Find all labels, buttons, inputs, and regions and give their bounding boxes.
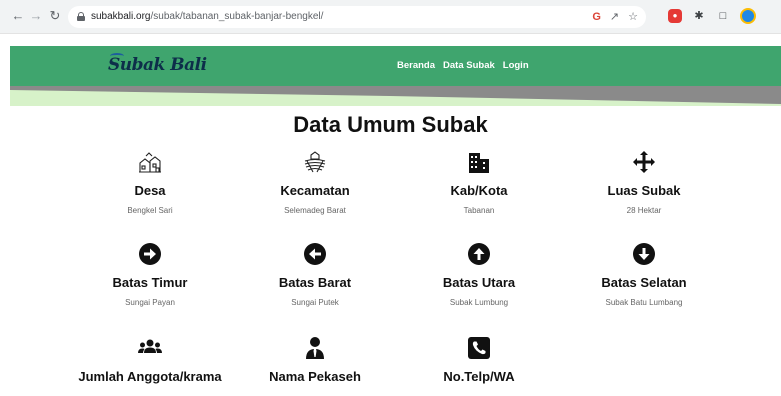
user-tie-icon xyxy=(306,337,324,359)
card-no-telp: No.Telp/WA xyxy=(389,336,569,384)
forward-arrow-icon[interactable]: → xyxy=(28,8,44,24)
page-title: Data Umum Subak xyxy=(293,112,488,137)
card-value: Subak Lumbung xyxy=(449,298,509,307)
card-label: Batas Utara xyxy=(442,275,516,290)
back-arrow-icon[interactable]: ← xyxy=(10,8,26,24)
card-label: Kecamatan xyxy=(280,183,350,198)
url-text: subakbali.org/subak/tabanan_subak-banjar… xyxy=(91,11,324,22)
card-label: Batas Timur xyxy=(112,275,188,290)
farm-field-icon xyxy=(304,151,326,173)
card-value: Sungai Payan xyxy=(125,298,175,307)
village-icon xyxy=(139,152,161,173)
users-group-icon xyxy=(138,339,162,353)
menu-item-login[interactable]: Login xyxy=(503,60,529,71)
card-label: No.Telp/WA xyxy=(443,369,515,384)
arrow-circle-up-icon xyxy=(468,243,490,265)
phone-square-icon xyxy=(468,337,490,359)
header-decoration-band xyxy=(10,86,781,106)
card-batas-selatan: Batas Selatan Subak Batu Lumbang xyxy=(554,243,734,307)
side-panel-icon[interactable]: □ xyxy=(716,9,730,23)
address-bar[interactable]: subakbali.org/subak/tabanan_subak-banjar… xyxy=(68,6,646,28)
city-buildings-icon xyxy=(469,153,489,173)
arrow-circle-down-icon xyxy=(633,243,655,265)
arrow-circle-right-icon xyxy=(139,243,161,265)
lock-icon xyxy=(77,12,85,21)
card-value: 28 Hektar xyxy=(626,206,662,215)
profile-avatar-icon[interactable] xyxy=(740,8,756,24)
star-icon[interactable]: ☆ xyxy=(628,10,638,24)
card-jumlah-anggota: Jumlah Anggota/krama xyxy=(60,336,240,384)
site-header: Subak Bali Beranda Data Subak Login xyxy=(10,46,781,86)
card-value: Bengkel Sari xyxy=(127,206,173,215)
puzzle-extensions-icon[interactable]: ✱ xyxy=(692,9,706,23)
card-label: Batas Barat xyxy=(278,275,352,290)
card-value: Selemadeg Barat xyxy=(284,206,346,215)
menu-item-data-subak[interactable]: Data Subak xyxy=(443,60,495,71)
card-label: Luas Subak xyxy=(607,183,681,198)
card-value: Tabanan xyxy=(463,206,495,215)
card-value: Subak Batu Lumbang xyxy=(605,298,683,307)
card-desa: Desa Bengkel Sari xyxy=(60,150,240,215)
arrows-move-icon xyxy=(633,151,655,173)
card-kab-kota: Kab/Kota Tabanan xyxy=(389,150,569,215)
main-menu: Beranda Data Subak Login xyxy=(397,60,529,71)
card-label: Nama Pekaseh xyxy=(269,369,361,384)
google-lens-icon[interactable]: G xyxy=(592,10,601,24)
card-nama-pekaseh: Nama Pekaseh xyxy=(225,336,405,384)
card-batas-utara: Batas Utara Subak Lumbung xyxy=(389,243,569,307)
extension-red-icon[interactable]: ● xyxy=(668,9,682,23)
card-label: Jumlah Anggota/krama xyxy=(78,369,222,384)
site-logo[interactable]: Subak Bali xyxy=(108,55,207,75)
card-value: Sungai Putek xyxy=(291,298,339,307)
card-kecamatan: Kecamatan Selemadeg Barat xyxy=(225,150,405,215)
card-batas-timur: Batas Timur Sungai Payan xyxy=(60,243,240,307)
arrow-circle-left-icon xyxy=(304,243,326,265)
card-label: Batas Selatan xyxy=(601,275,687,290)
card-label: Desa xyxy=(134,183,166,198)
reload-icon[interactable]: ↻ xyxy=(47,8,63,24)
menu-item-beranda[interactable]: Beranda xyxy=(397,60,435,71)
share-icon[interactable]: ↗ xyxy=(610,10,619,24)
card-batas-barat: Batas Barat Sungai Putek xyxy=(225,243,405,307)
card-luas-subak: Luas Subak 28 Hektar xyxy=(554,150,734,215)
browser-toolbar: ← → ↻ subakbali.org/subak/tabanan_subak-… xyxy=(0,0,781,34)
card-label: Kab/Kota xyxy=(450,183,508,198)
